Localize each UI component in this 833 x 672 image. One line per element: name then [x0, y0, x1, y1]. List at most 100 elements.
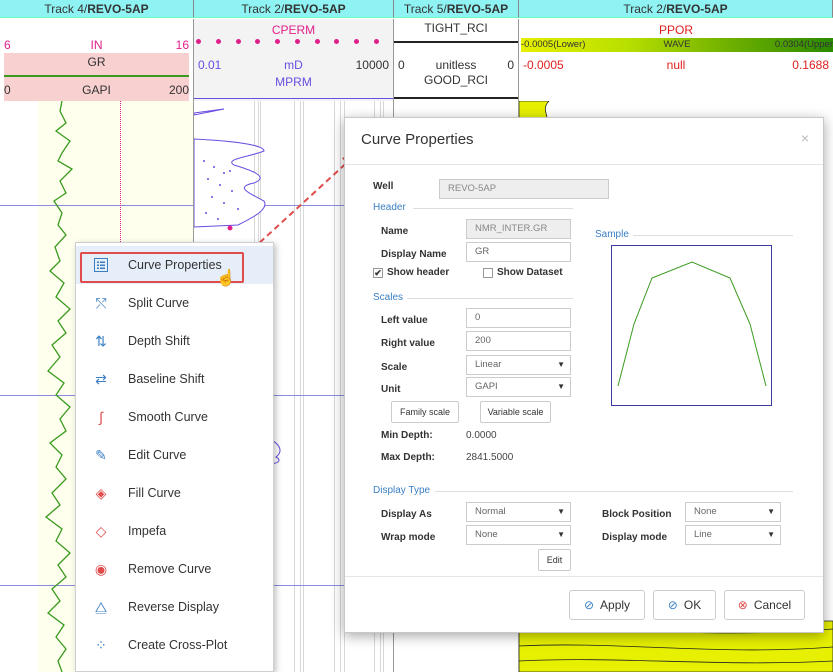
- track-title-prefix: Track 2/: [241, 2, 285, 16]
- family-scale-button[interactable]: Family scale: [391, 401, 459, 423]
- menu-item-curve-properties[interactable]: Curve Properties ☝: [76, 246, 273, 287]
- good-rci-name[interactable]: GOOD_RCI: [394, 73, 518, 87]
- ok-button[interactable]: ⊘ OK: [653, 590, 716, 620]
- menu-item-label: Reverse Display: [128, 600, 220, 614]
- max-depth-value: 2841.5000: [466, 452, 514, 463]
- track-title-well: REVO-5AP: [87, 2, 149, 16]
- right-value-label: Right value: [381, 338, 435, 349]
- reverse-display-icon: ⧋: [94, 598, 108, 615]
- menu-item-label: Depth Shift: [128, 334, 190, 348]
- display-mode-select[interactable]: Line ▼: [685, 525, 781, 545]
- cancel-button[interactable]: ⊗ Cancel: [724, 590, 805, 620]
- menu-item-reverse-display[interactable]: ⧋ Reverse Display: [76, 588, 273, 626]
- menu-item-edit-curve[interactable]: ✎ Edit Curve: [76, 436, 273, 474]
- unit-label: Unit: [381, 384, 401, 395]
- track-title-1[interactable]: Track 4/REVO-5AP: [0, 0, 194, 18]
- track-title-well: REVO-5AP: [446, 2, 509, 16]
- track-title-prefix: Track 5/: [403, 2, 447, 16]
- gr-unit: GAPI: [82, 83, 111, 97]
- menu-item-label: Split Curve: [128, 296, 190, 310]
- sample-preview: [611, 245, 772, 406]
- apply-button[interactable]: ⊘ Apply: [569, 590, 645, 620]
- display-as-select[interactable]: Normal ▼: [466, 502, 571, 522]
- track-title-3[interactable]: Track 5/REVO-5AP: [394, 0, 519, 18]
- edit-button[interactable]: Edit: [538, 549, 571, 571]
- left-value-field[interactable]: 0: [466, 308, 571, 328]
- menu-item-remove-curve[interactable]: ◉ Remove Curve: [76, 550, 273, 588]
- in-unit: IN: [90, 38, 103, 52]
- cperm-name[interactable]: CPERM: [194, 23, 393, 37]
- mprm-name[interactable]: MPRM: [194, 75, 393, 89]
- menu-item-label: Fill Curve: [128, 486, 181, 500]
- in-curve-header[interactable]: 6 IN 16: [0, 35, 193, 55]
- variable-scale-button[interactable]: Variable scale: [480, 401, 551, 423]
- ppor-right-value: 0.1688: [792, 58, 829, 72]
- impefa-icon: ◇: [95, 522, 107, 539]
- sample-section-label: Sample: [595, 229, 629, 240]
- ppor-name[interactable]: PPOR: [519, 23, 833, 37]
- apply-button-label: Apply: [600, 598, 631, 612]
- menu-item-baseline-shift[interactable]: ⇄ Baseline Shift: [76, 360, 273, 398]
- dialog-title: Curve Properties: [361, 131, 474, 148]
- cperm-dots: [196, 39, 379, 47]
- cross-plot-icon: ⁘: [95, 636, 107, 653]
- show-dataset-label: Show Dataset: [497, 267, 563, 278]
- unit-select[interactable]: GAPI ▼: [466, 377, 571, 397]
- display-as-value: Normal: [475, 506, 506, 517]
- chevron-down-icon: ▼: [557, 382, 565, 391]
- rci-scale-row[interactable]: 0 unitless 0: [394, 55, 518, 75]
- chevron-down-icon: ▼: [767, 507, 775, 516]
- depth-shift-icon: ⇅: [95, 332, 107, 349]
- menu-item-fill-curve[interactable]: ◈ Fill Curve: [76, 474, 273, 512]
- ppor-scale-row[interactable]: -0.0005 null 0.1688: [519, 55, 833, 75]
- menu-item-smooth-curve[interactable]: ∫ Smooth Curve: [76, 398, 273, 436]
- wave-colorbar[interactable]: -0.0005(Lower) WAVE 0.0304(Upper: [521, 38, 833, 52]
- show-dataset-checkbox[interactable]: Show Dataset: [483, 267, 563, 278]
- scale-select[interactable]: Linear ▼: [466, 355, 571, 375]
- wrap-mode-label: Wrap mode: [381, 532, 436, 543]
- track2-header: CPERM 0.01 mD 10000 MPRM: [194, 19, 394, 101]
- unit-select-value: GAPI: [475, 381, 498, 392]
- track-title-2[interactable]: Track 2/REVO-5AP: [194, 0, 394, 18]
- header-section-label: Header: [373, 202, 406, 213]
- gr-scale-line: [4, 75, 189, 77]
- wave-upper-value: 0.0304(Upper: [774, 39, 833, 50]
- name-label: Name: [381, 226, 409, 237]
- perm-scale-row[interactable]: 0.01 mD 10000: [194, 55, 393, 75]
- menu-item-impefa[interactable]: ◇ Impefa: [76, 512, 273, 550]
- baseline-shift-icon: ⇄: [95, 370, 107, 387]
- check-circle-icon: ⊘: [583, 598, 595, 612]
- gr-curve-header[interactable]: GR 0 GAPI 200: [4, 53, 189, 101]
- tight-rci-line: [394, 41, 518, 43]
- block-position-select[interactable]: None ▼: [685, 502, 781, 522]
- chevron-down-icon: ▼: [557, 530, 565, 539]
- block-position-value: None: [694, 506, 717, 517]
- wrap-mode-select[interactable]: None ▼: [466, 525, 571, 545]
- scales-section-label: Scales: [373, 292, 404, 303]
- gr-name: GR: [87, 55, 106, 69]
- split-curve-icon: ⤲: [95, 294, 107, 311]
- track-title-4[interactable]: Track 2/REVO-5AP: [519, 0, 833, 18]
- track4-header: PPOR -0.0005(Lower) WAVE 0.0304(Upper -0…: [519, 19, 833, 101]
- menu-item-create-cross-plot[interactable]: ⁘ Create Cross-Plot: [76, 626, 273, 664]
- display-name-field[interactable]: GR: [466, 242, 571, 262]
- ok-button-label: OK: [683, 598, 702, 612]
- close-icon[interactable]: ×: [801, 130, 809, 146]
- min-depth-value: 0.0000: [466, 430, 497, 441]
- menu-item-label: Smooth Curve: [128, 410, 208, 424]
- check-circle-icon: ⊘: [667, 598, 678, 612]
- track-title-prefix: Track 4/: [44, 2, 88, 16]
- well-label: Well: [373, 181, 394, 192]
- well-field[interactable]: REVO-5AP: [439, 179, 609, 199]
- menu-item-split-curve[interactable]: ⤲ Split Curve: [76, 284, 273, 322]
- display-mode-value: Line: [694, 529, 712, 540]
- right-value-field[interactable]: 200: [466, 331, 571, 351]
- tight-rci-name[interactable]: TIGHT_RCI: [394, 21, 518, 35]
- name-field[interactable]: NMR_INTER.GR: [466, 219, 571, 239]
- show-header-checkbox[interactable]: ✔ Show header: [373, 267, 449, 278]
- scale-select-value: Linear: [475, 359, 502, 370]
- chevron-down-icon: ▼: [767, 530, 775, 539]
- menu-item-depth-shift[interactable]: ⇅ Depth Shift: [76, 322, 273, 360]
- rci-right-value: 0: [507, 58, 514, 72]
- in-right-value: 16: [175, 38, 189, 52]
